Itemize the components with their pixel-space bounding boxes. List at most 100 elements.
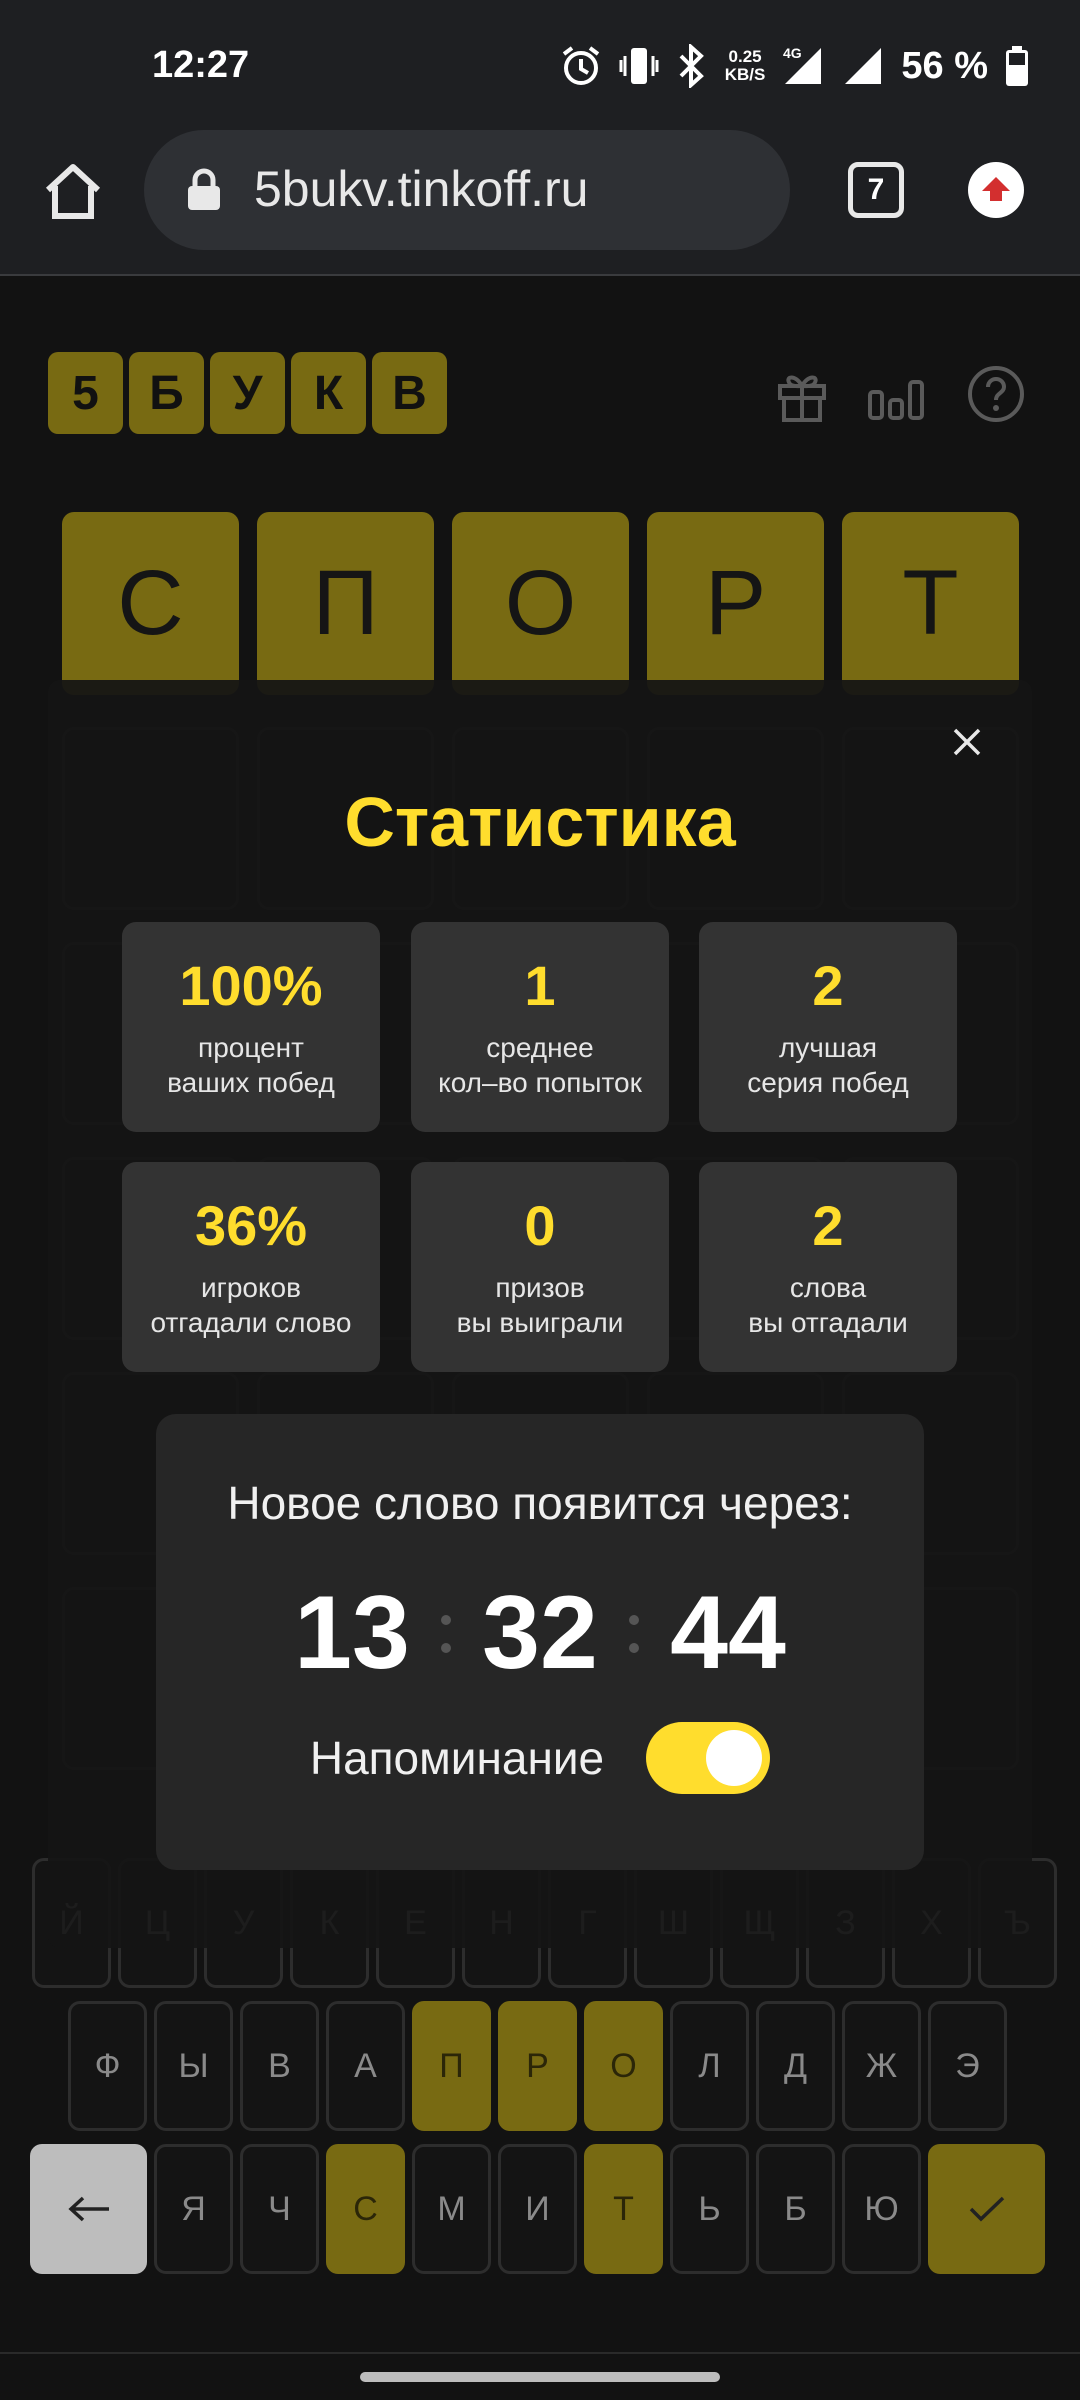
gesture-handle[interactable]	[360, 2372, 720, 2382]
reminder-label: Напоминание	[309, 1732, 605, 1784]
stat-card: 0 призов вы выиграли	[411, 1162, 669, 1372]
alarm-icon	[562, 46, 599, 85]
key[interactable]: Л	[670, 2001, 749, 2131]
stat-label: игроков отгадали слово	[122, 1270, 380, 1340]
stat-label-line: вы отгадали	[748, 1307, 908, 1338]
reminder-toggle[interactable]	[646, 1722, 771, 1794]
key[interactable]: Т	[584, 2144, 663, 2274]
close-icon[interactable]	[947, 722, 987, 762]
logo-letter: К	[291, 352, 366, 434]
vibrate-icon	[619, 48, 659, 84]
key[interactable]: Д	[756, 2001, 835, 2131]
key[interactable]: Ю	[842, 2144, 921, 2274]
stat-value: 1	[524, 954, 556, 1017]
stat-label-line: среднее	[486, 1032, 594, 1063]
lock-icon	[188, 168, 220, 210]
key[interactable]: Ж	[842, 2001, 921, 2131]
tab-switcher-button[interactable]: 7	[848, 162, 904, 218]
timer-hours: 13	[294, 1575, 410, 1691]
key[interactable]: Я	[154, 2144, 233, 2274]
stat-label: лучшая серия побед	[699, 1030, 957, 1100]
stat-label: среднее кол–во попыток	[411, 1030, 669, 1100]
key[interactable]: Р	[498, 2001, 577, 2131]
key[interactable]: Ч	[240, 2144, 319, 2274]
stat-card: 36% игроков отгадали слово	[122, 1162, 380, 1372]
timer-separator	[437, 1614, 455, 1653]
key[interactable]: О	[584, 2001, 663, 2131]
stat-value: 2	[812, 954, 844, 1017]
modal-title: Статистика	[344, 783, 736, 861]
reminder-row: Напоминание	[156, 1722, 924, 1794]
net-speed-unit: KB/S	[724, 65, 766, 84]
net-speed-value: 0.25	[728, 47, 762, 66]
stat-card: 1 среднее кол–во попыток	[411, 922, 669, 1132]
stat-card: 100% процент ваших побед	[122, 922, 380, 1132]
key[interactable]: Б	[756, 2144, 835, 2274]
timer-seconds: 44	[670, 1575, 786, 1691]
stat-label-line: вы выиграли	[456, 1307, 624, 1338]
game-logo: 5БУКВ	[48, 352, 447, 434]
keyboard-row-3: ЯЧСМИТЬБЮ	[30, 2144, 1045, 2274]
bluetooth-icon	[679, 44, 704, 88]
logo-letter: У	[210, 352, 285, 434]
board-row-solved: СПОРТ	[62, 512, 1019, 695]
signal-icon-2	[845, 48, 882, 84]
key[interactable]: Ф	[68, 2001, 147, 2131]
battery-percent: 56 %	[901, 44, 988, 87]
board-tile: О	[452, 512, 629, 695]
stat-label-line: процент	[198, 1032, 304, 1063]
enter-key[interactable]	[928, 2144, 1045, 2274]
home-icon[interactable]	[42, 160, 104, 222]
logo-letter: Б	[129, 352, 204, 434]
keyboard-row-2: ФЫВАПРОЛДЖЭ	[68, 2001, 1007, 2131]
stat-value: 100%	[179, 954, 323, 1017]
key[interactable]: Ы	[154, 2001, 233, 2131]
backspace-key[interactable]	[30, 2144, 147, 2274]
stat-label: призов вы выиграли	[411, 1270, 669, 1340]
key[interactable]: С	[326, 2144, 405, 2274]
board-tile: С	[62, 512, 239, 695]
net-speed: 0.25 KB/S	[725, 48, 766, 84]
stat-label-line: призов	[495, 1272, 585, 1303]
key[interactable]: М	[412, 2144, 491, 2274]
timer-minutes: 32	[482, 1575, 598, 1691]
logo-letter: 5	[48, 352, 123, 434]
stat-label-line: игроков	[200, 1272, 301, 1303]
key[interactable]: В	[240, 2001, 319, 2131]
battery-icon	[1006, 46, 1028, 86]
help-icon[interactable]	[966, 364, 1026, 424]
key[interactable]: И	[498, 2144, 577, 2274]
stats-icon[interactable]	[866, 364, 926, 424]
key[interactable]: П	[412, 2001, 491, 2131]
address-bar[interactable]: 5bukv.tinkoff.ru	[144, 130, 790, 250]
browser-toolbar: 5bukv.tinkoff.ru 7	[0, 130, 1080, 276]
board-tile: Т	[842, 512, 1019, 695]
timer-caption: Новое слово появится через:	[227, 1477, 853, 1529]
status-bar: 12:27 0.25 KB/S 4G 56 %	[0, 0, 1080, 130]
gift-icon[interactable]	[772, 364, 832, 424]
timer-separator	[625, 1614, 643, 1653]
stat-label-line: слова	[789, 1272, 867, 1303]
countdown-timer: 13 32 44	[156, 1574, 924, 1693]
next-word-panel: Новое слово появится через: 13 32 44 Нап…	[156, 1414, 924, 1870]
stat-label-line: кол–во попыток	[438, 1067, 642, 1098]
checkmark-icon	[969, 2196, 1004, 2222]
update-button[interactable]	[968, 162, 1024, 218]
signal-icon: 4G	[783, 45, 822, 84]
stat-label: процент ваших побед	[122, 1030, 380, 1100]
stat-label: слова вы отгадали	[699, 1270, 957, 1340]
key[interactable]: Э	[928, 2001, 1007, 2131]
stat-label-line: отгадали слово	[150, 1307, 352, 1338]
arrow-up-icon	[982, 177, 1010, 201]
system-nav-bar	[0, 2352, 1080, 2400]
stat-card: 2 лучшая серия побед	[699, 922, 957, 1132]
stat-label-line: лучшая	[778, 1032, 878, 1063]
board-tile: П	[257, 512, 434, 695]
url-text[interactable]: 5bukv.tinkoff.ru	[254, 160, 588, 218]
key[interactable]: А	[326, 2001, 405, 2131]
key[interactable]: Ь	[670, 2144, 749, 2274]
stat-label-line: ваших побед	[167, 1067, 335, 1098]
board-tile: Р	[647, 512, 824, 695]
toggle-knob	[706, 1730, 763, 1786]
stat-value: 0	[524, 1194, 556, 1257]
